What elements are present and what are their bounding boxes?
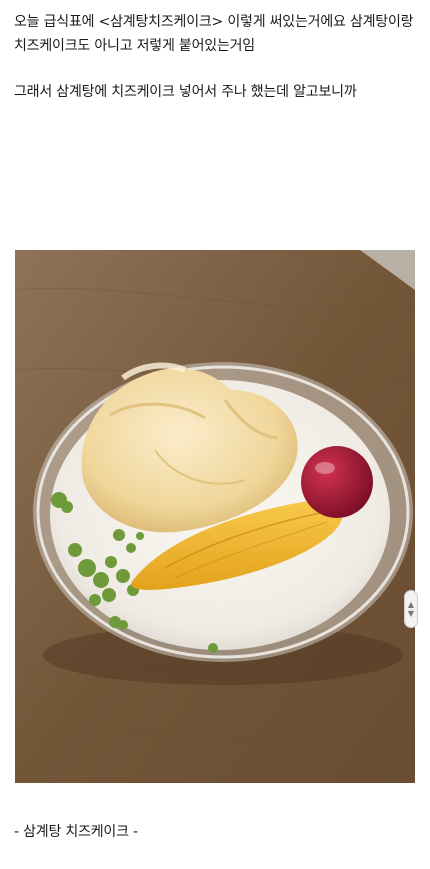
scroll-handle[interactable]: ▲ ▼ [404, 590, 418, 628]
samgyetang-cheesecake-photo [15, 250, 415, 783]
post-paragraph-1: 오늘 급식표에 <삼계탕치즈케이크> 이렇게 써있는거에요 삼계탕이랑 치즈케이… [14, 14, 414, 54]
chevron-down-icon[interactable]: ▼ [408, 609, 414, 618]
photo-caption: - 삼계탕 치즈케이크 - [14, 824, 138, 840]
jujube-decoration [301, 446, 373, 518]
chevron-up-icon[interactable]: ▲ [408, 600, 414, 609]
post-paragraph-2: 그래서 삼계탕에 치즈케이크 넣어서 주나 했는데 알고보니까 [14, 84, 357, 100]
